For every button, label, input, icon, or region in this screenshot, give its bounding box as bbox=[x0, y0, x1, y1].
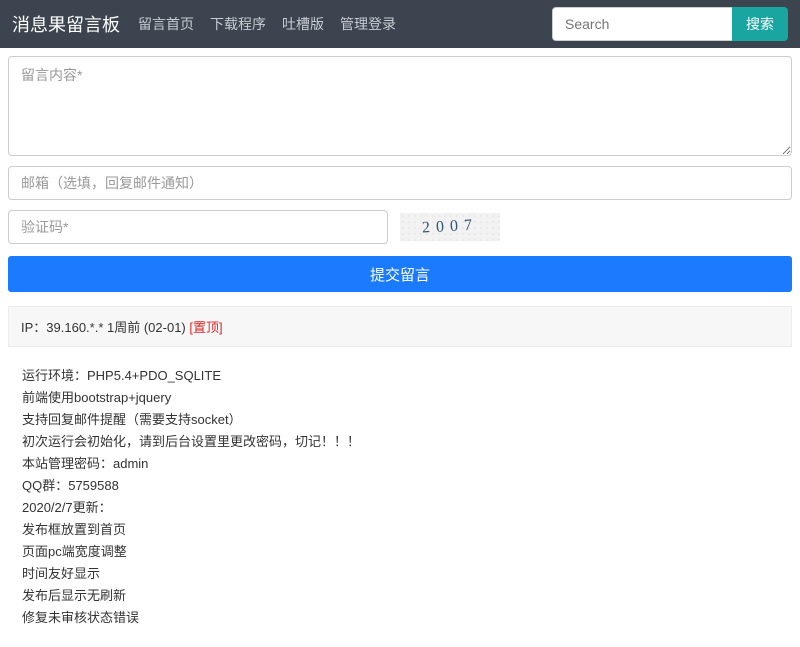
post-line: 初次运行会初始化，请到后台设置里更改密码，切记！！！ bbox=[22, 431, 778, 453]
post-line: 页面pc端宽度调整 bbox=[22, 541, 778, 563]
post-line: 时间友好显示 bbox=[22, 563, 778, 585]
post-meta-text: IP：39.160.*.* 1周前 (02-01) bbox=[21, 320, 189, 335]
captcha-input[interactable] bbox=[8, 210, 388, 244]
captcha-row: 2007 bbox=[8, 210, 792, 244]
post-line: QQ群：5759588 bbox=[22, 475, 778, 497]
nav-links: 留言首页 下载程序 吐槽版 管理登录 bbox=[138, 14, 552, 34]
nav-link-home[interactable]: 留言首页 bbox=[138, 14, 194, 34]
post-line: 前端使用bootstrap+jquery bbox=[22, 387, 778, 409]
post-line: 发布框放置到首页 bbox=[22, 519, 778, 541]
nav-link-download[interactable]: 下载程序 bbox=[210, 14, 266, 34]
brand-title: 消息果留言板 bbox=[12, 11, 120, 37]
post-line: 2020/2/7更新： bbox=[22, 497, 778, 519]
search-button[interactable]: 搜索 bbox=[732, 7, 788, 41]
post-line: 支持回复邮件提醒（需要支持socket） bbox=[22, 409, 778, 431]
post-line: 运行环境：PHP5.4+PDO_SQLITE bbox=[22, 365, 778, 387]
post-meta: IP：39.160.*.* 1周前 (02-01) [置顶] bbox=[8, 306, 792, 347]
email-row bbox=[8, 166, 792, 200]
submit-button[interactable]: 提交留言 bbox=[8, 256, 792, 292]
nav-link-tucao[interactable]: 吐槽版 bbox=[282, 14, 324, 34]
captcha-text: 2007 bbox=[422, 217, 479, 238]
post-line: 修复未审核状态错误 bbox=[22, 607, 778, 629]
post-pin-badge: [置顶] bbox=[189, 320, 222, 335]
main-container: 2007 提交留言 IP：39.160.*.* 1周前 (02-01) [置顶]… bbox=[0, 48, 800, 647]
email-input[interactable] bbox=[8, 166, 792, 200]
nav-link-admin[interactable]: 管理登录 bbox=[340, 14, 396, 34]
captcha-image[interactable]: 2007 bbox=[400, 213, 500, 241]
navbar: 消息果留言板 留言首页 下载程序 吐槽版 管理登录 搜索 bbox=[0, 0, 800, 48]
post-line: 本站管理密码：admin bbox=[22, 453, 778, 475]
search-group: 搜索 bbox=[552, 7, 788, 41]
post: IP：39.160.*.* 1周前 (02-01) [置顶] 运行环境：PHP5… bbox=[8, 306, 792, 639]
message-content-textarea[interactable] bbox=[8, 56, 792, 156]
post-line: 发布后显示无刷新 bbox=[22, 585, 778, 607]
post-body: 运行环境：PHP5.4+PDO_SQLITE 前端使用bootstrap+jqu… bbox=[8, 347, 792, 639]
search-input[interactable] bbox=[552, 7, 732, 41]
